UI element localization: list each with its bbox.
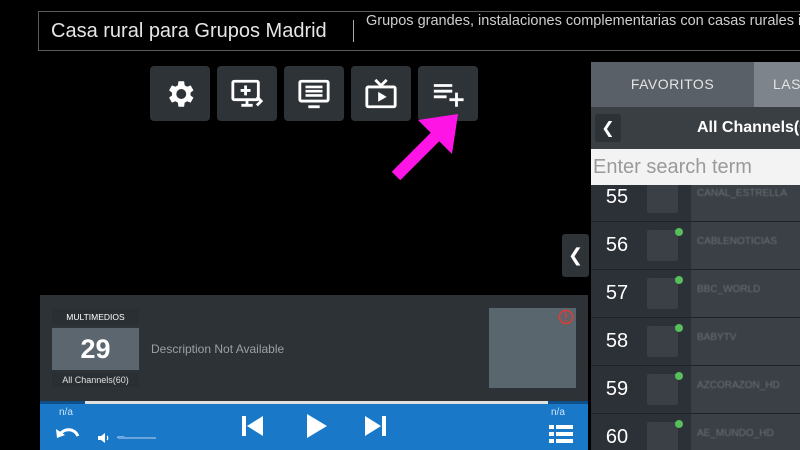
channel-name: CANAL_ESTRELLA	[697, 188, 788, 199]
channel-logo	[647, 326, 678, 357]
channel-logo	[647, 230, 678, 261]
skip-next-icon	[365, 416, 386, 436]
channel-name: BABYTV	[697, 332, 737, 343]
channel-name: CABLENOTICIAS	[697, 236, 778, 247]
list-screen-icon	[298, 79, 330, 108]
gear-icon	[169, 80, 194, 107]
chevron-left-icon: ❮	[567, 245, 584, 265]
ad-banner[interactable]: Casa rural para Grupos Madrid Grupos gra…	[38, 11, 800, 51]
channel-number: 60	[605, 426, 629, 448]
now-playing-panel: MULTIMEDIOS 29 All Channels(60) Descript…	[40, 295, 588, 401]
channel-logo	[647, 422, 678, 450]
channel-name: AE_MUNDO_HD	[697, 428, 774, 439]
ad-description[interactable]: Grupos grandes, instalaciones complement…	[366, 13, 800, 30]
annotation-arrow-icon	[391, 114, 458, 181]
channel-name: AZCORAZON_HD	[697, 380, 780, 391]
warning-icon	[558, 309, 574, 325]
elapsed-time: n/a	[59, 407, 73, 418]
ad-divider	[353, 20, 354, 42]
play-button[interactable]	[302, 413, 330, 439]
screen-add-icon	[231, 79, 264, 107]
search-input[interactable]	[591, 149, 800, 185]
online-status-icon	[675, 228, 683, 236]
progress-bar[interactable]	[40, 401, 588, 404]
collapse-panel-button[interactable]: ❮	[562, 234, 589, 277]
channel-number: 56	[605, 234, 629, 256]
volume-icon	[98, 433, 109, 443]
tab-last[interactable]: LAS	[754, 62, 800, 107]
channel-logo	[647, 182, 678, 213]
channel-number: 59	[605, 378, 629, 400]
progress-fill	[85, 401, 548, 404]
tab-favoritos[interactable]: FAVORITOS	[591, 62, 754, 107]
channel-name: BBC_WORLD	[697, 284, 761, 295]
play-icon	[307, 414, 327, 438]
volume-slider[interactable]	[118, 437, 156, 439]
channel-list-header: ❮ All Channels(60	[591, 107, 800, 149]
chevron-left-icon: ❮	[601, 120, 615, 137]
channel-panel: FAVORITOS LAS ❮ All Channels(60 55 CANAL…	[591, 62, 800, 450]
previous-button[interactable]	[238, 414, 266, 438]
online-status-icon	[675, 420, 683, 428]
channel-row-56[interactable]: 56 CABLENOTICIAS	[591, 222, 800, 270]
channel-number: 58	[605, 330, 629, 352]
category-label: MULTIMEDIOS	[52, 309, 139, 325]
online-status-icon	[675, 276, 683, 284]
replay-button[interactable]	[54, 425, 82, 445]
program-description: Description Not Available	[151, 342, 285, 356]
add-screen-button[interactable]	[217, 66, 277, 121]
volume-level-marker: –	[117, 428, 125, 444]
channel-row-57[interactable]: 57 BBC_WORLD	[591, 270, 800, 318]
channel-row-58[interactable]: 58 BABYTV	[591, 318, 800, 366]
player-controls: n/a n/a –	[40, 401, 588, 450]
tab-bar: FAVORITOS LAS	[591, 62, 800, 107]
ad-title[interactable]: Casa rural para Grupos Madrid	[51, 20, 327, 43]
current-channel-number: 29	[52, 328, 139, 370]
guide-button[interactable]	[284, 66, 344, 121]
volume-button[interactable]	[97, 432, 111, 444]
channel-list-title: All Channels(60	[697, 119, 800, 136]
channel-number: 57	[605, 282, 629, 304]
back-button[interactable]: ❮	[595, 114, 621, 142]
channel-group-label: All Channels(60)	[52, 373, 139, 387]
channel-list: 55 CANAL_ESTRELLA 56 CABLENOTICIAS 57 BB…	[591, 174, 800, 450]
channel-list-button[interactable]	[549, 423, 573, 445]
channel-logo	[647, 278, 678, 309]
next-button[interactable]	[362, 414, 390, 438]
total-time: n/a	[551, 407, 565, 418]
online-status-icon	[675, 324, 683, 332]
channel-row-59[interactable]: 59 AZCORAZON_HD	[591, 366, 800, 414]
skip-previous-icon	[242, 416, 263, 436]
channel-logo	[647, 374, 678, 405]
channel-row-60[interactable]: 60 AE_MUNDO_HD	[591, 414, 800, 450]
online-status-icon	[675, 372, 683, 380]
undo-icon	[56, 428, 80, 438]
list-icon	[549, 425, 573, 443]
settings-button[interactable]	[150, 66, 210, 121]
